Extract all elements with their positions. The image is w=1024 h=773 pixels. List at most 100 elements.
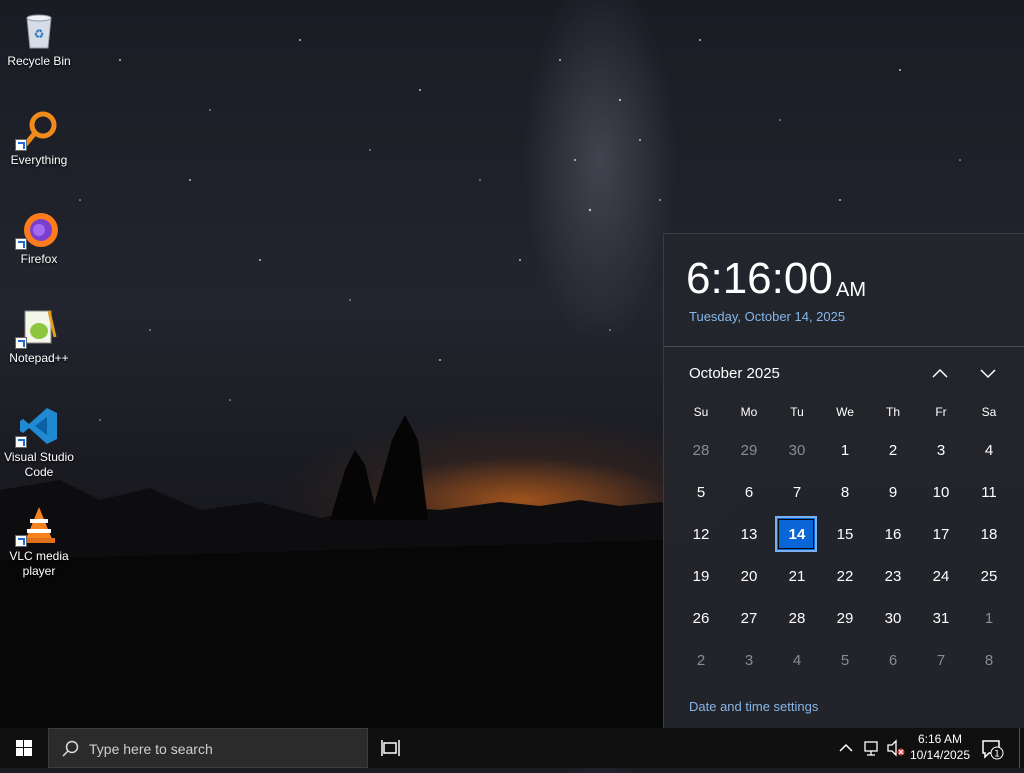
recycle-bin-icon: ♻ — [19, 10, 59, 50]
show-hidden-icons-button[interactable] — [838, 740, 854, 756]
calendar-day[interactable]: 19 — [677, 556, 725, 598]
everything-search-icon — [15, 109, 59, 151]
desktop-icon-notepad-plus-plus[interactable]: Notepad++ — [2, 307, 76, 366]
desktop-icon-vscode[interactable]: Visual Studio Code — [2, 406, 76, 480]
calendar-day-number: 4 — [984, 442, 994, 459]
calendar-day[interactable]: 26 — [677, 598, 725, 640]
calendar-day[interactable]: 3 — [917, 430, 965, 472]
calendar-day-number: 14 — [788, 526, 806, 543]
show-desktop-button[interactable] — [1019, 728, 1020, 768]
taskbar-search-box[interactable]: Type here to search — [48, 728, 368, 768]
calendar-day[interactable]: 16 — [869, 514, 917, 556]
calendar-day-number: 30 — [788, 442, 806, 459]
calendar-month-label[interactable]: October 2025 — [689, 365, 780, 382]
calendar-day[interactable]: 5 — [677, 472, 725, 514]
calendar-day[interactable]: 29 — [821, 598, 869, 640]
calendar-day[interactable]: 28 — [773, 598, 821, 640]
date-time-settings-link[interactable]: Date and time settings — [689, 699, 818, 714]
calendar-day[interactable]: 18 — [965, 514, 1013, 556]
calendar-day[interactable]: 9 — [869, 472, 917, 514]
calendar-day[interactable]: 6 — [725, 472, 773, 514]
calendar-day[interactable]: 12 — [677, 514, 725, 556]
calendar-day-number: 31 — [932, 610, 950, 627]
calendar-day[interactable]: 1 — [965, 598, 1013, 640]
calendar-day[interactable]: 8 — [821, 472, 869, 514]
search-placeholder: Type here to search — [89, 741, 213, 757]
calendar-day[interactable]: 8 — [965, 640, 1013, 682]
calendar-day[interactable]: 28 — [677, 430, 725, 472]
calendar-day[interactable]: 7 — [773, 472, 821, 514]
calendar-day-number: 7 — [936, 652, 946, 669]
calendar-day[interactable]: 11 — [965, 472, 1013, 514]
calendar-day[interactable]: 31 — [917, 598, 965, 640]
calendar-day-number: 29 — [836, 610, 854, 627]
volume-muted-icon — [887, 739, 905, 757]
calendar-day[interactable]: 2 — [869, 430, 917, 472]
action-center-button[interactable]: 1 — [980, 737, 1004, 761]
chevron-down-icon — [980, 369, 996, 379]
calendar-day-number: 11 — [981, 484, 997, 501]
calendar-day[interactable]: 5 — [821, 640, 869, 682]
desktop-icon-label: Everything — [10, 153, 68, 167]
calendar-day[interactable]: 22 — [821, 556, 869, 598]
notification-count-badge: 1 — [994, 750, 1000, 760]
calendar-grid: Su Mo Tu We Th Fr Sa 28 29 30 1 2 3 4 5 6 7 8 9 10 11 12 13 14… — [677, 402, 1024, 682]
calendar-day-number: 8 — [840, 484, 850, 501]
desktop-icon-label: Recycle Bin — [7, 54, 71, 68]
calendar-day[interactable]: 30 — [869, 598, 917, 640]
calendar-day[interactable]: 24 — [917, 556, 965, 598]
calendar-day-number: 1 — [984, 610, 994, 627]
calendar-day[interactable]: 4 — [773, 640, 821, 682]
calendar-day-number: 6 — [888, 652, 898, 669]
network-button[interactable] — [862, 739, 882, 757]
desktop-icon-everything[interactable]: Everything — [2, 109, 76, 168]
calendar-day-number: 15 — [836, 526, 854, 543]
windows-logo-icon — [16, 740, 32, 756]
calendar-day-number: 21 — [788, 568, 806, 585]
calendar-day[interactable]: 2 — [677, 640, 725, 682]
desktop-icon-firefox[interactable]: Firefox — [2, 208, 76, 267]
desktop-icon-label: Firefox — [20, 252, 58, 266]
calendar-day[interactable]: 1 — [821, 430, 869, 472]
flyout-long-date[interactable]: Tuesday, October 14, 2025 — [689, 309, 845, 324]
task-view-button[interactable] — [380, 738, 402, 758]
calendar-day[interactable]: 25 — [965, 556, 1013, 598]
shortcut-arrow-icon — [15, 436, 27, 448]
calendar-day-number: 19 — [692, 568, 710, 585]
calendar-day-number: 5 — [840, 652, 850, 669]
calendar-day-number: 5 — [696, 484, 706, 501]
calendar-day[interactable]: 29 — [725, 430, 773, 472]
calendar-day-number: 16 — [884, 526, 902, 543]
calendar-day[interactable]: 13 — [725, 514, 773, 556]
calendar-day[interactable]: 17 — [917, 514, 965, 556]
calendar-day[interactable]: 14 — [773, 514, 821, 556]
search-icon — [62, 740, 79, 757]
calendar-day[interactable]: 20 — [725, 556, 773, 598]
calendar-day-number: 24 — [932, 568, 950, 585]
calendar-day-number: 18 — [980, 526, 998, 543]
calendar-day[interactable]: 27 — [725, 598, 773, 640]
calendar-day-number: 8 — [984, 652, 994, 669]
calendar-day[interactable]: 15 — [821, 514, 869, 556]
calendar-day[interactable]: 30 — [773, 430, 821, 472]
desktop-icon-label: Visual Studio — [4, 450, 74, 464]
calendar-day[interactable]: 4 — [965, 430, 1013, 472]
chevron-up-icon — [932, 368, 948, 378]
calendar-day-number: 17 — [932, 526, 950, 543]
calendar-day[interactable]: 3 — [725, 640, 773, 682]
start-button[interactable] — [0, 728, 48, 768]
calendar-day[interactable]: 7 — [917, 640, 965, 682]
taskbar-clock[interactable]: 6:16 AM 10/14/2025 — [904, 731, 976, 763]
calendar-day[interactable]: 10 — [917, 472, 965, 514]
next-month-button[interactable] — [977, 362, 999, 384]
desktop-icon-recycle-bin[interactable]: ♻ Recycle Bin — [2, 10, 76, 69]
calendar-day-number: 27 — [740, 610, 758, 627]
previous-month-button[interactable] — [929, 362, 951, 384]
volume-button[interactable] — [886, 739, 906, 757]
calendar-day[interactable]: 21 — [773, 556, 821, 598]
desktop-icon-vlc[interactable]: VLC media player — [2, 505, 76, 579]
calendar-day[interactable]: 23 — [869, 556, 917, 598]
weekday-label: Fr — [935, 405, 947, 419]
calendar-day[interactable]: 6 — [869, 640, 917, 682]
calendar-day-number: 7 — [792, 484, 802, 501]
